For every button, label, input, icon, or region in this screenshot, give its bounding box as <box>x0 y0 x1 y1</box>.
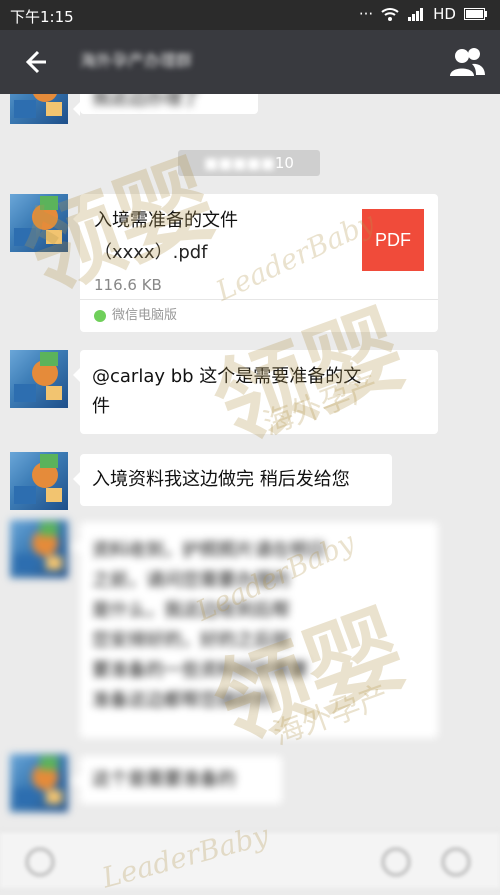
file-size: 116.6 KB <box>94 276 162 294</box>
more-dots-icon: ··· <box>358 5 374 23</box>
back-arrow-icon[interactable] <box>18 46 50 78</box>
message-bubble[interactable]: 入境资料我这边做完 稍后发给您 <box>73 454 392 506</box>
message-bubble[interactable]: 资料收到，护照照片请在明日 之前，请问您需要办理的 是什么，我这边收到后帮 您安… <box>73 522 438 738</box>
file-message[interactable]: 入境需准备的文件 （xxxx）.pdf 116.6 KB PDF 微信电脑版 <box>73 194 438 332</box>
file-name: （xxxx）.pdf <box>94 242 208 263</box>
message-text: 资料收到，护照照片请在明日 之前，请问您需要办理的 是什么，我这边收到后帮 您安… <box>92 540 326 711</box>
input-bar[interactable] <box>0 831 500 888</box>
pdf-file-icon: PDF <box>362 209 424 271</box>
status-indicators: ··· HD <box>359 5 488 23</box>
status-bar: 下午1:15 ··· HD <box>0 0 500 30</box>
message-bubble[interactable]: 我这边办理了 <box>73 94 258 116</box>
time-separator: ■■■■■10 <box>178 150 320 176</box>
avatar[interactable] <box>10 520 68 578</box>
status-time: 下午1:15 <box>10 8 74 26</box>
message-text: 我这边办理了 <box>92 94 200 109</box>
file-title: 入境需准备的文件 <box>94 210 238 231</box>
wifi-icon <box>381 8 399 21</box>
avatar[interactable] <box>10 754 68 812</box>
battery-icon <box>464 8 487 20</box>
avatar[interactable] <box>10 194 68 252</box>
signal-icon <box>408 8 424 21</box>
avatar[interactable] <box>10 350 68 408</box>
emoji-icon[interactable] <box>382 848 410 876</box>
message-bubble[interactable]: 这个是需要准备的 <box>73 756 282 804</box>
wechat-icon <box>94 310 106 322</box>
message-text: 这个是需要准备的 <box>92 769 236 790</box>
voice-icon[interactable] <box>26 848 54 876</box>
plus-icon[interactable] <box>442 848 470 876</box>
file-source: 微信电脑版 <box>80 299 438 332</box>
chat-title: 海外孕产办理群 <box>80 51 193 70</box>
message-bubble[interactable]: @carlay bb 这个是需要准备的文 件 <box>73 350 438 434</box>
message-list[interactable]: 我这边办理了 ■■■■■10 入境需准备的文件 （xxxx）.pdf 116.6… <box>0 94 500 888</box>
chat-header: 海外孕产办理群 <box>0 30 500 94</box>
message-text: @carlay bb 这个是需要准备的文 件 <box>92 366 362 417</box>
avatar[interactable] <box>10 94 68 124</box>
network-type: HD <box>433 5 456 23</box>
avatar[interactable] <box>10 452 68 510</box>
time-text: 10 <box>274 154 294 172</box>
file-source-label: 微信电脑版 <box>112 308 178 323</box>
message-text: 入境资料我这边做完 稍后发给您 <box>92 469 350 490</box>
group-members-icon[interactable] <box>448 44 486 80</box>
